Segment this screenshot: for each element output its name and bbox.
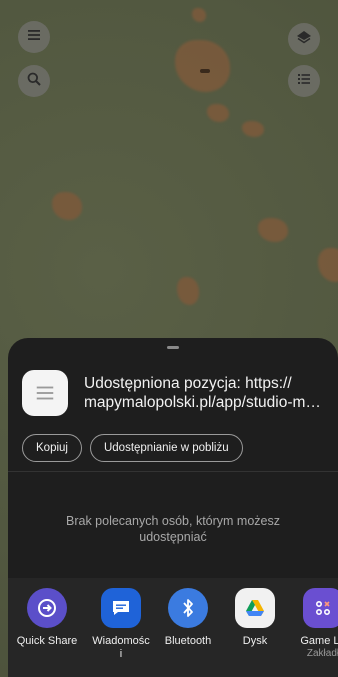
menu-button[interactable] [18, 21, 50, 53]
map-area [258, 218, 288, 242]
search-icon [26, 71, 42, 92]
app-label: Quick Share [16, 635, 78, 647]
map-area [52, 192, 82, 220]
share-preview: Udostępniona pozycja: https:// mapymalop… [22, 368, 332, 418]
location-marker [200, 69, 210, 73]
map-area [192, 8, 206, 22]
app-label: Game La [300, 635, 338, 647]
app-quick-share[interactable]: Quick Share [12, 588, 82, 648]
share-preview-line1: Udostępniona pozycja: https:// [84, 375, 292, 392]
quick-share-icon [27, 588, 67, 628]
app-label-line2: i [119, 648, 123, 660]
app-game-launcher[interactable]: Game La Zakładł [288, 588, 338, 660]
map-area [207, 104, 229, 122]
nearby-share-button[interactable]: Udostępnianie w pobliżu [89, 434, 243, 462]
map-area [175, 40, 230, 92]
share-sheet: Udostępniona pozycja: https:// mapymalop… [8, 338, 338, 677]
drive-icon [235, 588, 275, 628]
app-label: Dysk [242, 635, 268, 647]
share-actions: Kopiuj Udostępnianie w pobliżu [22, 434, 243, 462]
map-area [318, 248, 338, 282]
game-launcher-icon [303, 588, 338, 628]
document-icon [22, 370, 68, 416]
share-apps-row[interactable]: Quick Share Wiadomośc i Bluetooth Dysk G… [8, 578, 338, 677]
search-button[interactable] [18, 65, 50, 97]
layers-icon [296, 29, 312, 50]
share-preview-text: Udostępniona pozycja: https:// mapymalop… [84, 374, 324, 412]
bluetooth-icon [168, 588, 208, 628]
messages-icon [101, 588, 141, 628]
menu-icon [26, 27, 42, 48]
app-drive[interactable]: Dysk [220, 588, 290, 648]
map-area [177, 277, 199, 305]
copy-button[interactable]: Kopiuj [22, 434, 82, 462]
app-label: Bluetooth [164, 635, 212, 647]
list-icon [296, 71, 312, 92]
no-contacts-message: Brak polecanych osób, którym możesz udos… [66, 514, 280, 544]
list-button[interactable] [288, 65, 320, 97]
share-preview-line2: mapymalopolski.pl/app/studio-map... [84, 394, 324, 411]
map-area [242, 121, 264, 137]
layers-button[interactable] [288, 23, 320, 55]
sheet-drag-handle[interactable] [167, 346, 179, 349]
app-messages[interactable]: Wiadomośc i [86, 588, 156, 661]
divider [8, 471, 338, 472]
app-sublabel: Zakładł [306, 648, 338, 659]
app-bluetooth[interactable]: Bluetooth [153, 588, 223, 648]
app-label: Wiadomośc [92, 635, 150, 647]
